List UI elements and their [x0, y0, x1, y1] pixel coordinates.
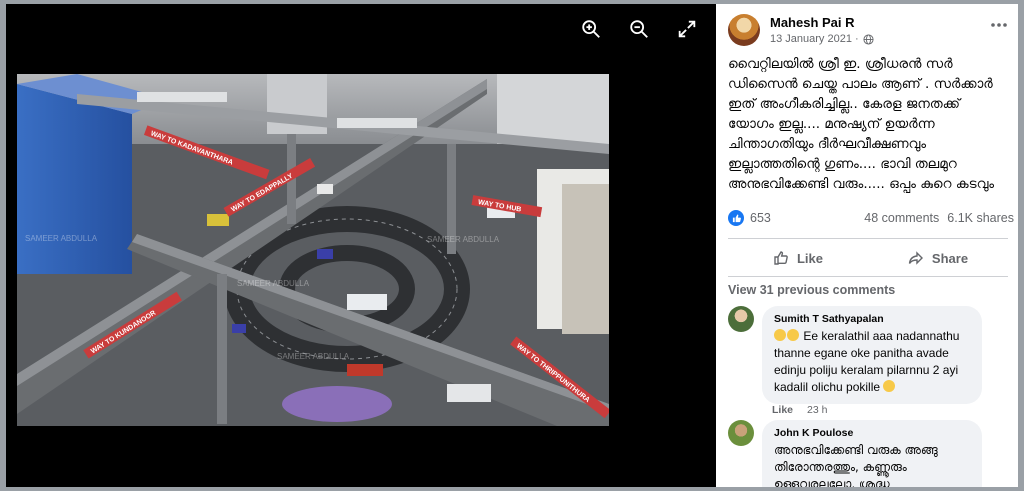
- laughing-emoji-icon: [774, 329, 786, 341]
- more-options-icon[interactable]: [990, 16, 1008, 34]
- globe-icon: [863, 33, 874, 45]
- like-count[interactable]: 653: [750, 211, 864, 225]
- commenter-avatar[interactable]: [728, 306, 754, 332]
- comment-author[interactable]: John K Poulose: [774, 427, 970, 439]
- comment-like-link[interactable]: Like: [772, 404, 793, 416]
- post-header: Mahesh Pai R 13 January 2021 ·: [728, 14, 874, 46]
- author-avatar[interactable]: [728, 14, 760, 46]
- watermark-text: SAMEER ABDULLA: [237, 279, 310, 288]
- flyover-render-image: WAY TO KADAVANTHARA WAY TO EDAPPALLY WAY…: [17, 74, 609, 426]
- share-arrow-icon: [908, 251, 923, 265]
- comment-time[interactable]: 23 h: [807, 404, 827, 416]
- comment-text: Ee keralathil aaa nadannathu thanne egan…: [774, 328, 970, 396]
- viewer-controls: [580, 18, 698, 40]
- reactions-bar: 653 48 comments 6.1K shares: [728, 210, 1014, 226]
- zoom-out-icon[interactable]: [628, 18, 650, 40]
- like-reaction-icon[interactable]: [728, 210, 744, 226]
- post-meta: 13 January 2021 ·: [770, 33, 874, 45]
- like-label: Like: [796, 250, 823, 266]
- grinning-emoji-icon: [883, 380, 896, 392]
- screen-frame: WAY TO KADAVANTHARA WAY TO EDAPPALLY WAY…: [0, 0, 1024, 491]
- share-label: Share: [931, 250, 969, 266]
- watermark-text: SAMEER ABDULLA: [25, 234, 98, 243]
- divider: [728, 238, 1008, 239]
- thumbs-up-icon: [774, 251, 788, 265]
- comment-item: John K Poulose അനുഭവിക്കേണ്ടി വരുക അങ്ങു…: [728, 420, 982, 487]
- post-actions: Like Share: [728, 244, 1008, 272]
- comment-author[interactable]: Sumith T Sathyapalan: [774, 313, 970, 325]
- laughing-emoji-icon: [787, 329, 799, 341]
- like-button[interactable]: Like: [728, 244, 868, 272]
- post-date[interactable]: 13 January 2021 ·: [770, 33, 859, 45]
- share-button[interactable]: Share: [868, 244, 1008, 272]
- zoom-in-icon[interactable]: [580, 18, 602, 40]
- post-panel: Mahesh Pai R 13 January 2021 · വൈറ്റിലയി…: [716, 4, 1018, 487]
- comment-actions: Like 23 h: [772, 404, 827, 416]
- comment-item: Sumith T Sathyapalan Ee keralathil aaa n…: [728, 306, 982, 404]
- watermark-text: SAMEER ABDULLA: [427, 235, 500, 244]
- commenter-avatar[interactable]: [728, 420, 754, 446]
- photo-viewer: WAY TO KADAVANTHARA WAY TO EDAPPALLY WAY…: [6, 4, 716, 487]
- comments-count[interactable]: 48 comments: [864, 211, 939, 225]
- comment-text: അനുഭവിക്കേണ്ടി വരുക അങ്ങു തിരോന്തരത്തും,…: [774, 443, 938, 487]
- post-text: വൈറ്റിലയിൽ ശ്രീ ഇ. ശ്രീധരൻ സർ ഡിസൈൻ ചെയ്…: [728, 56, 995, 192]
- comment-text-body: Ee keralathil aaa nadannathu thanne egan…: [774, 329, 960, 394]
- fullscreen-icon[interactable]: [676, 18, 698, 40]
- view-previous-comments-link[interactable]: View 31 previous comments: [728, 283, 895, 297]
- shares-count[interactable]: 6.1K shares: [947, 211, 1014, 225]
- author-name[interactable]: Mahesh Pai R: [770, 15, 874, 30]
- comment-bubble: John K Poulose അനുഭവിക്കേണ്ടി വരുക അങ്ങു…: [762, 420, 982, 487]
- comment-bubble: Sumith T Sathyapalan Ee keralathil aaa n…: [762, 306, 982, 404]
- divider: [728, 276, 1008, 277]
- watermark-text: SAMEER ABDULLA: [277, 352, 350, 361]
